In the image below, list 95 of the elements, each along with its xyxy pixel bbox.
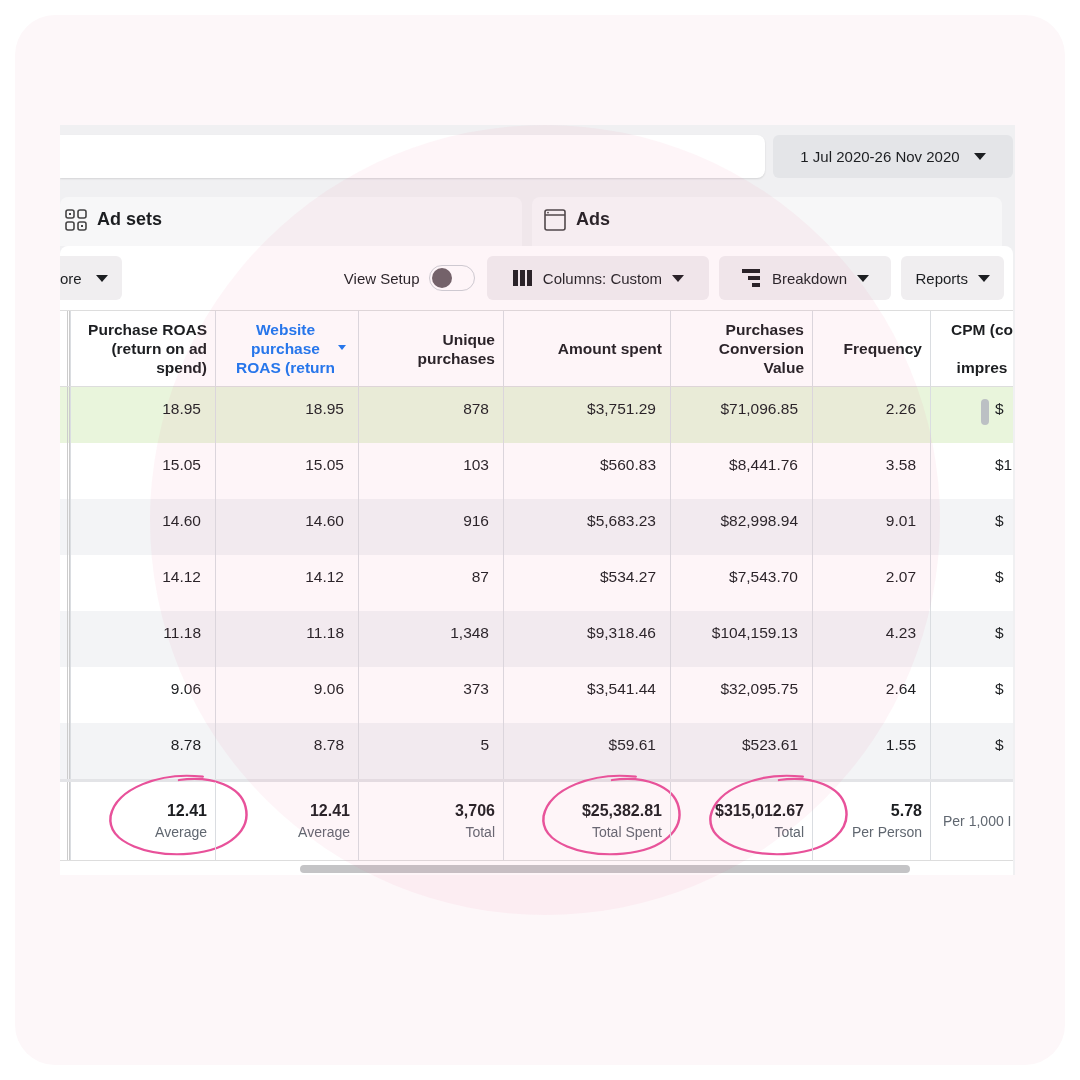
table-cell: $ — [995, 400, 1004, 418]
total-label: Per 1,000 I — [943, 813, 1012, 829]
table-cell: $59.61 — [608, 736, 656, 754]
table-cell: 11.18 — [306, 624, 344, 642]
table-cell: $ — [995, 736, 1004, 754]
tab[interactable]: Ads — [532, 197, 1002, 246]
total-label: Total — [774, 824, 804, 840]
table-row[interactable]: 18.95 18.95 878 $3,751.29 $71,096.85 2.26 $ — [60, 387, 1013, 443]
table-cell: $104,159.13 — [711, 624, 798, 642]
table-cell: 916 — [463, 512, 489, 530]
table-cell: $5,683.23 — [587, 512, 656, 530]
table-cell: $32,095.75 — [720, 680, 798, 698]
total-label: Total — [465, 824, 495, 840]
table-cell: 14.60 — [162, 512, 201, 530]
column-header[interactable]: CPM (co impres — [951, 311, 1013, 386]
date-range-button[interactable]: 1 Jul 2020-26 Nov 2020 — [773, 135, 1013, 179]
table-cell: $3,541.44 — [587, 680, 656, 698]
table-cell: 9.06 — [313, 680, 344, 698]
total-label: Per Person — [851, 824, 922, 840]
table-cell: 2.07 — [885, 568, 916, 586]
table-cell: $534.27 — [599, 568, 656, 586]
table-cell: 8.78 — [170, 736, 201, 754]
toolbar-button[interactable]: Columns: Custom — [487, 256, 710, 300]
table-row[interactable]: 14.60 14.60 916 $5,683.23 $82,998.94 9.01 $ — [60, 499, 1013, 555]
view-setup-label: View Setup — [343, 269, 420, 287]
table-cell: 15.05 — [162, 456, 201, 474]
total-value: 5.78 — [890, 802, 922, 820]
table-row[interactable]: 8.78 8.78 5 $59.61 $523.61 1.55 $ — [60, 723, 1013, 779]
table-cell: $ — [995, 568, 1004, 586]
toolbar-button[interactable]: Breakdown — [719, 256, 892, 300]
column-header[interactable]: Purchase ROAS (return on ad spend) — [88, 320, 207, 377]
table-cell: 5 — [480, 736, 489, 754]
table-cell: 103 — [463, 456, 489, 474]
table-cell: 18.95 — [162, 400, 201, 418]
table-cell: $ — [995, 680, 1004, 698]
table-cell: $560.83 — [599, 456, 656, 474]
table-cell: 15.05 — [305, 456, 344, 474]
columns-icon — [512, 270, 533, 286]
caret-icon — [973, 153, 986, 161]
table-cell: $71,096.85 — [720, 400, 798, 418]
table-cell: $ — [995, 624, 1004, 642]
table-cell: 11.18 — [163, 624, 201, 642]
table-cell: 2.26 — [885, 400, 916, 418]
column-header[interactable]: Unique purchases — [417, 329, 495, 368]
caret-icon — [672, 274, 685, 282]
tab[interactable]: Ad sets — [60, 197, 522, 246]
total-label: Average — [298, 824, 350, 840]
table-cell: 9.01 — [885, 512, 916, 530]
table-cell: 9.06 — [170, 680, 201, 698]
table-cell: 4.23 — [885, 624, 916, 642]
table-cell: 1,348 — [450, 624, 489, 642]
scrollbar-thumb[interactable] — [300, 865, 910, 873]
table-cell: 14.12 — [162, 568, 201, 586]
window-icon — [544, 208, 566, 231]
table-cell: $9,318.46 — [587, 624, 656, 642]
table-cell: $1 — [995, 456, 1013, 474]
table-cell: 14.12 — [305, 568, 344, 586]
table-cell: $523.61 — [741, 736, 798, 754]
grid-icon — [65, 208, 87, 231]
caret-icon — [857, 274, 869, 282]
table-cell: $8,441.76 — [729, 456, 798, 474]
table-cell: $ — [995, 512, 1004, 530]
total-value: 3,706 — [454, 802, 495, 820]
more-button[interactable]: ore — [60, 256, 122, 300]
total-label: Total Spent — [591, 824, 662, 840]
table-cell: 87 — [471, 568, 489, 586]
search-field[interactable] — [60, 135, 765, 179]
table-cell: 878 — [463, 400, 489, 418]
table-cell: $7,543.70 — [729, 568, 798, 586]
caret-icon — [978, 274, 990, 282]
caret-icon — [95, 274, 108, 282]
sort-caret-icon — [338, 345, 347, 350]
total-value: $315,012.67 — [715, 802, 804, 820]
table-cell: $3,751.29 — [587, 400, 656, 418]
breakdown-icon — [741, 269, 762, 287]
total-value: 12.41 — [309, 802, 350, 820]
table-row[interactable]: 11.18 11.18 1,348 $9,318.46 $104,159.13 4.23 $ — [60, 611, 1013, 667]
view-setup-toggle[interactable] — [429, 265, 476, 291]
total-value: $25,382.81 — [581, 802, 662, 820]
total-label: Average — [155, 824, 207, 840]
column-header[interactable]: Amount spent — [557, 339, 662, 358]
toolbar-button[interactable]: Reports — [901, 256, 1004, 300]
table-cell: 3.58 — [885, 456, 916, 474]
scrollbar-thumb[interactable] — [981, 399, 989, 425]
column-header[interactable]: Frequency — [843, 339, 922, 358]
table-cell: 14.60 — [305, 512, 344, 530]
table-cell: 18.95 — [305, 400, 344, 418]
total-value: 12.41 — [166, 802, 207, 820]
table-cell: 8.78 — [313, 736, 344, 754]
column-header[interactable]: Purchases Conversion Value — [718, 320, 804, 377]
table-cell: 373 — [463, 680, 489, 698]
table-cell: 2.64 — [885, 680, 916, 698]
table-cell: $82,998.94 — [720, 512, 798, 530]
column-header[interactable]: Website purchase ROAS (return — [236, 320, 336, 377]
table-cell: 1.55 — [885, 736, 916, 754]
